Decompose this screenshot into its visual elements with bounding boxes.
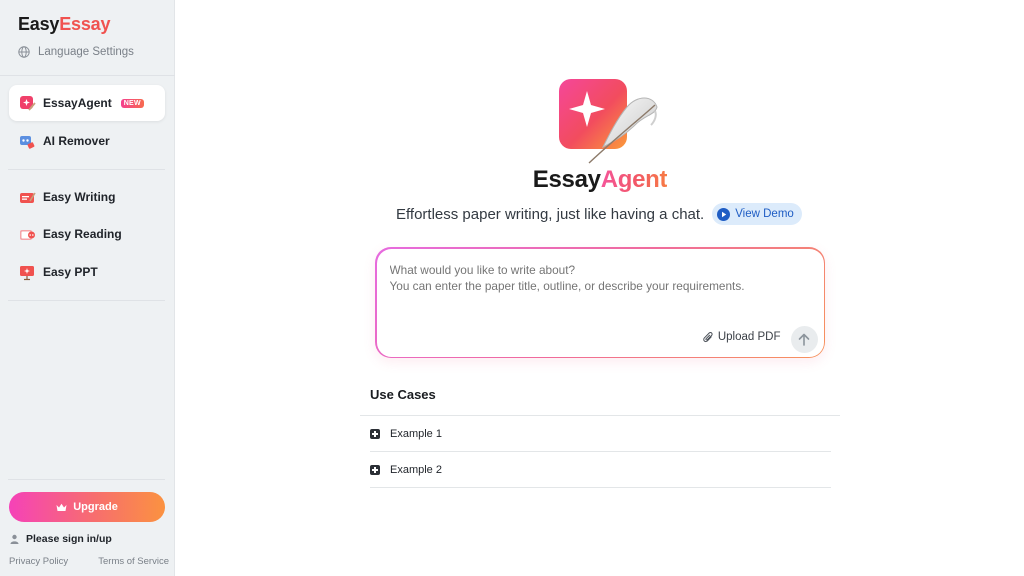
- sidebar-item-easy-ppt[interactable]: Easy PPT: [9, 254, 165, 290]
- prompt-input[interactable]: [389, 261, 810, 298]
- sidebar-item-ai-remover[interactable]: AI Remover: [9, 123, 165, 159]
- sidebar-item-essay-agent[interactable]: EssayAgent NEW: [9, 85, 165, 121]
- divider: [0, 75, 175, 76]
- terms-of-service-link[interactable]: Terms of Service: [98, 556, 169, 567]
- privacy-policy-link[interactable]: Privacy Policy: [9, 556, 68, 567]
- sidebar-item-label: AI Remover: [43, 134, 110, 148]
- prompt-box: Upload PDF: [375, 247, 825, 358]
- view-demo-button[interactable]: View Demo: [712, 203, 802, 225]
- divider: [370, 487, 831, 488]
- page-title: EssayAgent: [532, 166, 668, 193]
- upgrade-button[interactable]: Upgrade: [9, 492, 165, 522]
- prompt-inner: Upload PDF: [376, 248, 824, 357]
- plus-square-icon: [370, 465, 380, 475]
- globe-icon: [18, 46, 30, 58]
- divider: [8, 300, 165, 301]
- essay-agent-logo-icon: [559, 79, 658, 164]
- sidebar-item-label: Easy Reading: [43, 227, 122, 241]
- sidebar-item-label: Easy PPT: [43, 265, 98, 279]
- arrow-up-icon: [798, 333, 810, 346]
- sign-in-link[interactable]: Please sign in/up: [10, 533, 112, 545]
- user-icon: [10, 534, 19, 544]
- sidebar-item-label: EssayAgent: [43, 96, 112, 110]
- footer-links: Privacy Policy Terms of Service: [9, 556, 169, 567]
- sidebar: EasyEssay Language Settings EssayAgent N…: [0, 0, 175, 576]
- view-demo-label: View Demo: [735, 208, 794, 220]
- language-settings[interactable]: Language Settings: [18, 46, 134, 58]
- easy-reading-icon: [20, 229, 35, 240]
- sidebar-item-easy-writing[interactable]: Easy Writing: [9, 179, 165, 215]
- easy-writing-icon: [20, 192, 36, 203]
- new-badge: NEW: [120, 98, 144, 108]
- sign-in-label: Please sign in/up: [26, 533, 112, 545]
- crown-icon: [56, 503, 67, 511]
- use-case-label: Example 2: [390, 464, 442, 476]
- easy-ppt-icon: [20, 265, 34, 280]
- upload-pdf-label: Upload PDF: [717, 331, 781, 343]
- use-case-label: Example 1: [390, 428, 442, 440]
- essay-agent-icon: [20, 95, 36, 111]
- use-case-item[interactable]: Example 1: [370, 416, 830, 452]
- sidebar-item-label: Easy Writing: [43, 190, 116, 204]
- divider: [8, 479, 165, 480]
- subtitle-row: Effortless paper writing, just like havi…: [396, 203, 802, 225]
- subtitle-text: Effortless paper writing, just like havi…: [396, 205, 705, 223]
- language-settings-label: Language Settings: [38, 46, 134, 58]
- sidebar-item-easy-reading[interactable]: Easy Reading: [9, 216, 165, 252]
- play-icon: [717, 207, 731, 221]
- upgrade-label: Upgrade: [73, 501, 118, 513]
- send-button[interactable]: [790, 325, 818, 353]
- plus-square-icon: [370, 429, 380, 439]
- upload-pdf-button[interactable]: Upload PDF: [703, 331, 781, 344]
- paperclip-icon: [703, 331, 713, 342]
- use-cases-heading: Use Cases: [370, 387, 436, 402]
- use-case-item[interactable]: Example 2: [370, 452, 830, 488]
- divider: [8, 169, 165, 170]
- ai-remover-icon: [20, 135, 35, 149]
- app-logo[interactable]: EasyEssay: [18, 14, 111, 35]
